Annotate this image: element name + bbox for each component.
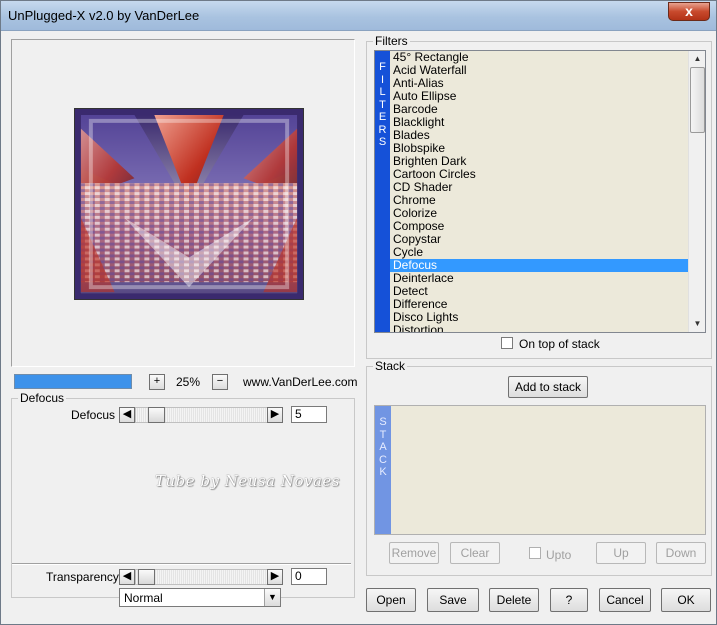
defocus-label: Defocus [71,408,116,422]
transparency-decrease-button[interactable]: ◀ [119,569,135,585]
close-icon: x [685,3,693,19]
stack-band-letter: S [379,416,387,428]
preview-panel [11,39,355,367]
defocus-decrease-button[interactable]: ◀ [119,407,135,423]
transparency-slider[interactable] [135,569,269,585]
filters-band-letter: L [379,86,386,98]
parameters-group-label: Defocus [18,391,67,405]
stack-band: STACK [375,406,391,534]
filter-list[interactable]: FILTERS 45° Rectangle Acid Waterfall Anti-… [374,50,706,333]
ok-button[interactable]: OK [661,588,711,612]
add-to-stack-button[interactable]: Add to stack [508,376,588,398]
watermark-signature: Tube by Neusa Novaes [155,472,340,490]
zoom-in-button[interactable]: + [149,374,165,390]
title-bar[interactable]: UnPlugged-X v2.0 by VanDerLee x [1,1,716,31]
defocus-increase-button[interactable]: ▶ [267,407,283,423]
transparency-label: Transparency [46,570,119,584]
filter-list-item[interactable]: Distortion [390,324,688,333]
filter-list-item[interactable]: Deinterlace [390,272,688,285]
zoom-out-button[interactable]: − [212,374,228,390]
delete-button[interactable]: Delete [489,588,539,612]
stack-group-label: Stack [373,359,408,373]
clear-button[interactable]: Clear [450,542,500,564]
filters-group-label: Filters [373,34,410,48]
arrow-right-icon: ▶ [270,408,280,420]
scroll-up-icon[interactable]: ▲ [690,51,705,67]
stack-band-letter: T [379,428,387,441]
filters-band-letter: F [379,61,386,73]
filters-band-letter: I [380,73,385,86]
defocus-value-field[interactable]: 5 [291,406,327,423]
zoom-level: 25% [175,375,201,389]
filter-list-item[interactable]: Blacklight [390,116,688,129]
transparency-value-field[interactable]: 0 [291,568,327,585]
filters-band: FILTERS [375,51,390,332]
stack-band-letter: C [379,453,387,466]
save-button[interactable]: Save [427,588,479,612]
move-down-button[interactable]: Down [656,542,706,564]
cancel-button[interactable]: Cancel [599,588,651,612]
stack-band-letter: K [379,466,387,478]
scroll-thumb[interactable] [690,67,705,133]
arrow-left-icon: ◀ [122,570,132,582]
filters-group: Filters FILTERS 45° Rectangle Acid Waterf… [366,34,712,359]
filter-items[interactable]: 45° Rectangle Acid Waterfall Anti-Alias Aut… [390,51,688,332]
upto-label: Upto [546,548,572,562]
defocus-slider-thumb[interactable] [148,407,165,423]
blend-mode-value: Normal [124,591,163,605]
filters-band-letter: T [379,98,386,111]
arrow-left-icon: ◀ [122,408,132,420]
defocus-slider[interactable] [135,407,269,423]
help-button[interactable]: ? [550,588,588,612]
dialog-client: + 25% − www.VanDerLee.com Defocus Defocu… [5,32,714,622]
transparency-increase-button[interactable]: ▶ [267,569,283,585]
divider [12,563,351,565]
window-title: UnPlugged-X v2.0 by VanDerLee [8,8,200,23]
stack-band-letter: A [379,441,387,453]
open-button[interactable]: Open [366,588,416,612]
website-link[interactable]: www.VanDerLee.com [243,375,358,389]
filters-band-letter: S [378,136,387,148]
progress-bar [14,374,132,389]
remove-button[interactable]: Remove [389,542,439,564]
on-top-of-stack-checkbox[interactable] [501,337,513,349]
stack-group: Stack Add to stack STACK Remove Clear Up… [366,359,712,576]
filters-band-letter: E [378,111,387,123]
close-button[interactable]: x [668,2,710,21]
arrow-right-icon: ▶ [270,570,280,582]
transparency-slider-thumb[interactable] [138,569,155,585]
move-up-button[interactable]: Up [596,542,646,564]
chevron-down-icon[interactable]: ▼ [264,589,280,606]
filter-list-item[interactable]: Copystar [390,233,688,246]
scroll-down-icon[interactable]: ▼ [690,316,705,332]
stack-list[interactable]: STACK [374,405,706,535]
filter-scrollbar[interactable]: ▲ ▼ [688,51,705,332]
plugin-window: UnPlugged-X v2.0 by VanDerLee x + 25% − … [0,0,717,625]
on-top-of-stack-label: On top of stack [519,337,600,351]
filters-band-letter: R [378,123,387,136]
upto-checkbox[interactable] [529,547,541,559]
preview-image[interactable] [74,108,304,300]
blend-mode-select[interactable]: Normal ▼ [119,588,281,607]
